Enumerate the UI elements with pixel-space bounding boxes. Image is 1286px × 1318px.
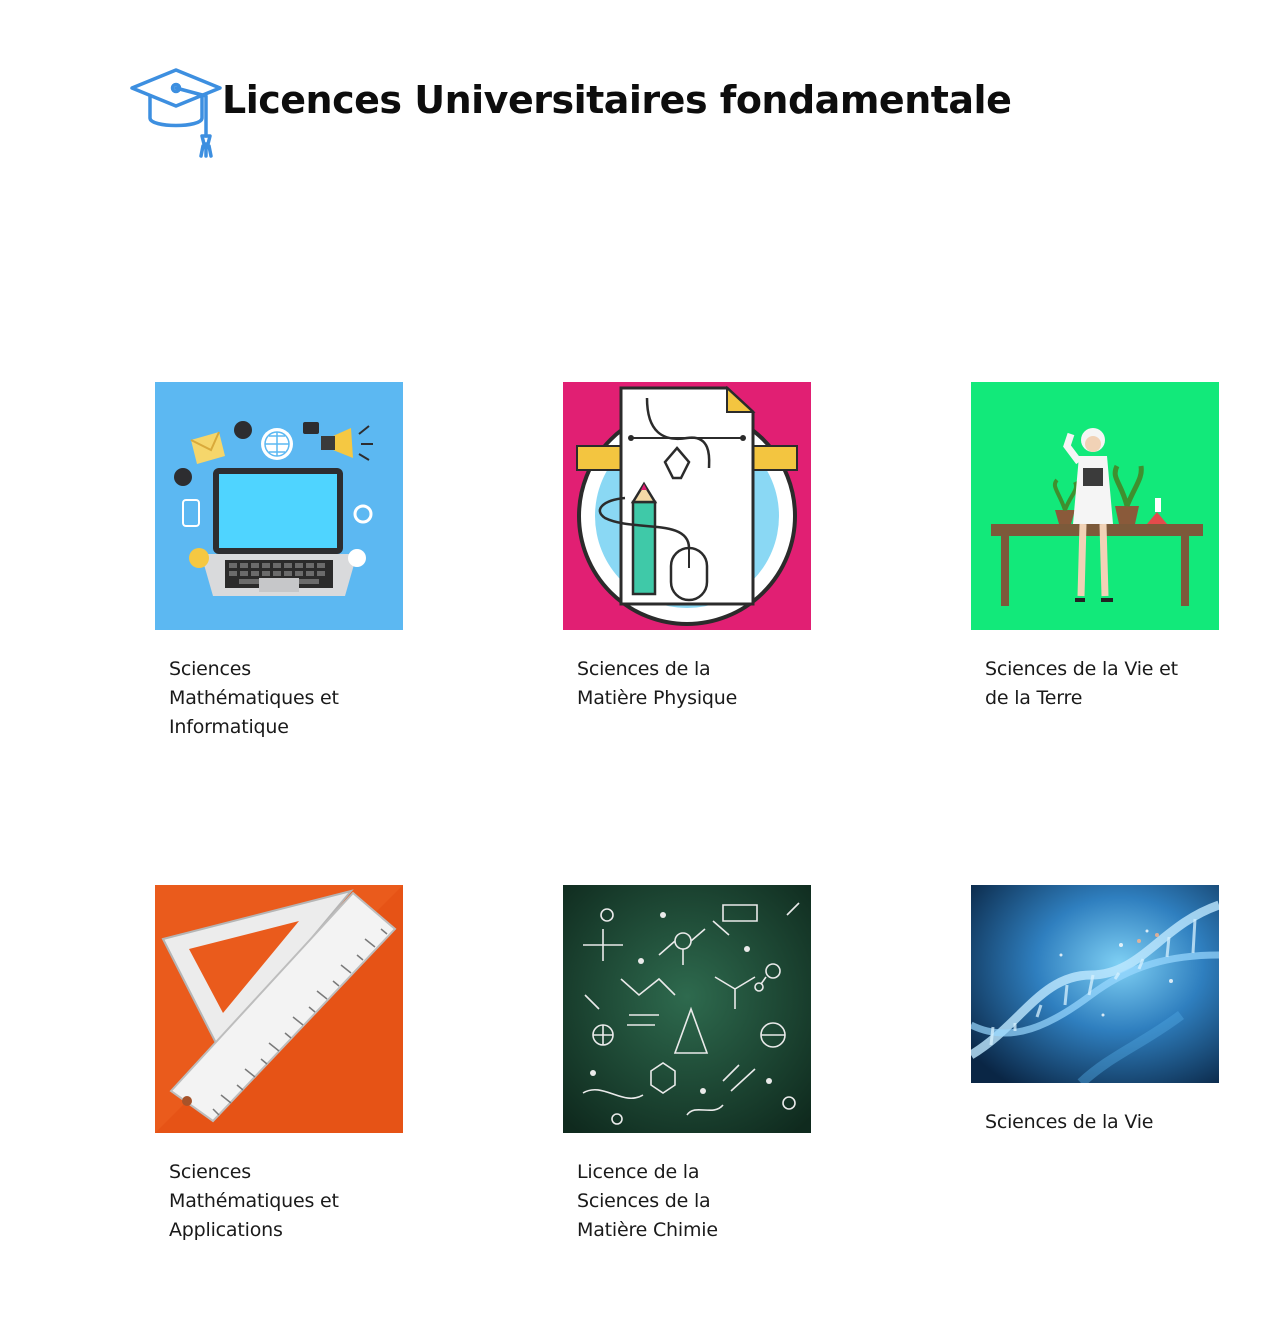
course-card-sciences-vie[interactable]: Sciences de la Vie: [971, 885, 1219, 1137]
card-title: Sciences de la Vie et de la Terre: [985, 658, 1178, 709]
graduation-cap-icon: [128, 64, 224, 160]
course-card-chimie[interactable]: Licence de la Sciences de la Matière Chi…: [563, 885, 811, 1245]
card-title: Sciences de la Matière Physique: [577, 658, 738, 709]
card-title: Sciences de la Vie: [985, 1111, 1154, 1133]
card-image: [971, 382, 1219, 630]
course-card-math-info[interactable]: Sciences Mathématiques et Informatique: [155, 382, 403, 742]
card-title: Sciences Mathématiques et Informatique: [169, 658, 339, 738]
course-card-physique[interactable]: Sciences de la Matière Physique: [563, 382, 811, 713]
page-header: Licences Universitaires fondamentale: [128, 64, 1012, 160]
card-image: [155, 885, 403, 1133]
course-card-math-applications[interactable]: Sciences Mathématiques et Applications: [155, 885, 403, 1245]
course-card-svt[interactable]: Sciences de la Vie et de la Terre: [971, 382, 1219, 713]
page-title: Licences Universitaires fondamentale: [222, 78, 1012, 122]
card-image: [563, 382, 811, 630]
card-title: Licence de la Sciences de la Matière Chi…: [577, 1161, 718, 1241]
card-image: [155, 382, 403, 630]
card-title: Sciences Mathématiques et Applications: [169, 1161, 339, 1241]
card-image: [563, 885, 811, 1133]
card-image: [971, 885, 1219, 1083]
